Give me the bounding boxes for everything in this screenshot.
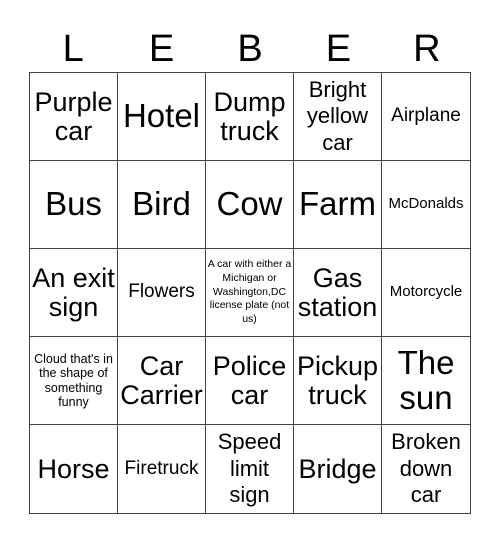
bingo-cell[interactable]: Bridge (294, 425, 382, 513)
bingo-cell[interactable]: Gas station (294, 249, 382, 337)
bingo-cell[interactable]: Hotel (118, 73, 206, 161)
bingo-cell[interactable]: Bright yellow car (294, 73, 382, 161)
bingo-cell[interactable]: Airplane (382, 73, 470, 161)
header-letter-1: L (62, 28, 84, 70)
bingo-cell[interactable]: Motorcycle (382, 249, 470, 337)
header-letter-2: E (148, 28, 175, 70)
bingo-cell[interactable]: Firetruck (118, 425, 206, 513)
header-letter-4: E (325, 28, 352, 70)
bingo-cell[interactable]: The sun (382, 337, 470, 425)
bingo-cell[interactable]: Speed limit sign (206, 425, 294, 513)
bingo-cell[interactable]: Police car (206, 337, 294, 425)
bingo-cell[interactable]: Flowers (118, 249, 206, 337)
header-letter-3: B (237, 28, 263, 70)
bingo-cell[interactable]: A car with either a Michigan or Washingt… (206, 249, 294, 337)
bingo-cell[interactable]: Car Carrier (118, 337, 206, 425)
bingo-cell[interactable]: Cloud that's in the shape of something f… (30, 337, 118, 425)
bingo-cell[interactable]: Dump truck (206, 73, 294, 161)
bingo-cell[interactable]: An exit sign (30, 249, 118, 337)
bingo-cell[interactable]: Bird (118, 161, 206, 249)
bingo-cell[interactable]: Cow (206, 161, 294, 249)
bingo-cell[interactable]: Farm (294, 161, 382, 249)
bingo-cell[interactable]: Purple car (30, 73, 118, 161)
bingo-cell[interactable]: Broken down car (382, 425, 470, 513)
bingo-header: L E B E R (29, 26, 471, 72)
bingo-cell[interactable]: McDonalds (382, 161, 470, 249)
bingo-cell[interactable]: Pickup truck (294, 337, 382, 425)
bingo-cell[interactable]: Horse (30, 425, 118, 513)
header-letter-5: R (413, 28, 441, 70)
bingo-grid: Purple car Hotel Dump truck Bright yello… (29, 72, 471, 514)
bingo-cell[interactable]: Bus (30, 161, 118, 249)
